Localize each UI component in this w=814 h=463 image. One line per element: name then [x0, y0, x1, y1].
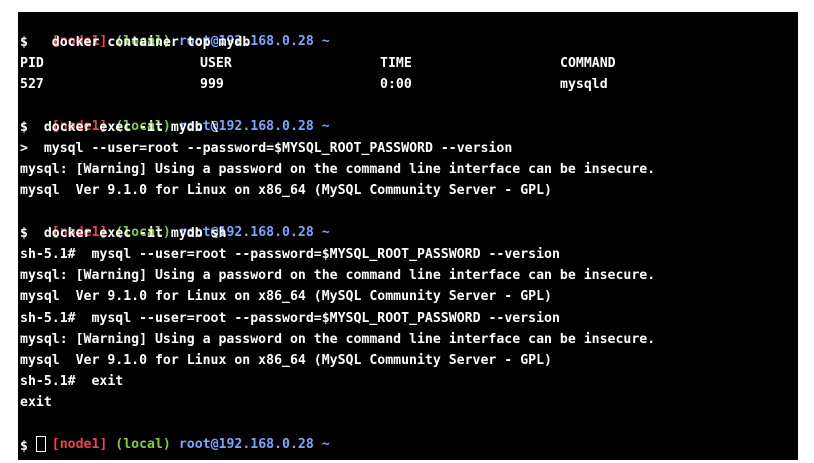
output-exit: exit: [20, 395, 52, 410]
active-command-line[interactable]: $: [20, 436, 46, 456]
table-cell-user: 999: [200, 77, 224, 92]
prompt-line: [node1] (local) root@192.168.0.28 ~: [20, 203, 330, 240]
table-header-user: USER: [200, 56, 232, 71]
output-version: mysql Ver 9.1.0 for Linux on x86_64 (MyS…: [20, 289, 552, 304]
sh-command-line: sh-5.1# exit: [20, 372, 123, 392]
prompt-line: [node1] (local) root@192.168.0.28 ~: [20, 12, 330, 49]
prompt-dollar: $: [20, 439, 28, 454]
prompt-local: (local): [115, 437, 171, 452]
cursor-icon: [35, 436, 46, 452]
output-version: mysql Ver 9.1.0 for Linux on x86_64 (MyS…: [20, 183, 552, 198]
continuation-marker: >: [20, 141, 28, 156]
sh-command-text: mysql --user=root --password=$MYSQL_ROOT…: [91, 247, 560, 262]
table-header-pid: PID: [20, 56, 44, 71]
prompt-tilde: ~: [321, 437, 330, 452]
table-cell-pid: 527: [20, 77, 44, 92]
prompt-line: [node1] (local) root@192.168.0.28 ~: [20, 97, 330, 134]
output-version: mysql Ver 9.1.0 for Linux on x86_64 (MyS…: [20, 353, 552, 368]
sh-prompt: sh-5.1#: [20, 374, 76, 389]
output-warning: mysql: [Warning] Using a password on the…: [20, 332, 656, 347]
sh-prompt: sh-5.1#: [20, 311, 76, 326]
prompt-dollar: $: [20, 226, 28, 241]
command-text: docker exec -it mydb sh: [35, 226, 227, 241]
sh-command-line: sh-5.1# mysql --user=root --password=$MY…: [20, 309, 560, 329]
table-header-time: TIME: [380, 56, 412, 71]
prompt-tilde: ~: [321, 119, 330, 134]
table-header-command: COMMAND: [560, 56, 616, 71]
sh-command-text: mysql --user=root --password=$MYSQL_ROOT…: [91, 311, 560, 326]
command-line: $ docker container top mydb: [20, 33, 250, 53]
table-cell-time: 0:00: [380, 77, 412, 92]
sh-prompt: sh-5.1#: [20, 247, 76, 262]
command-text: docker container top mydb: [35, 35, 251, 50]
prompt-tilde: ~: [321, 34, 330, 49]
command-line: $ docker exec -it mydb \: [20, 118, 219, 138]
prompt-dollar: $: [20, 120, 28, 135]
prompt-node: [node1]: [51, 437, 108, 452]
output-warning: mysql: [Warning] Using a password on the…: [20, 162, 656, 177]
terminal-window[interactable]: [node1] (local) root@192.168.0.28 ~ $ do…: [18, 12, 798, 460]
table-cell-command: mysqld: [560, 77, 608, 92]
prompt-tilde: ~: [321, 225, 330, 240]
prompt-dollar: $: [20, 35, 28, 50]
sh-command-text: exit: [91, 374, 124, 389]
prompt-line: [node1] (local) root@192.168.0.28 ~: [20, 415, 330, 452]
command-line: $ docker exec -it mydb sh: [20, 224, 226, 244]
command-continuation-line: > mysql --user=root --password=$MYSQL_RO…: [20, 139, 512, 159]
prompt-user-host: root@192.168.0.28: [178, 437, 314, 452]
output-warning: mysql: [Warning] Using a password on the…: [20, 268, 656, 283]
sh-command-line: sh-5.1# mysql --user=root --password=$MY…: [20, 245, 560, 265]
command-text: docker exec -it mydb \: [35, 120, 219, 135]
command-text: mysql --user=root --password=$MYSQL_ROOT…: [35, 141, 513, 156]
